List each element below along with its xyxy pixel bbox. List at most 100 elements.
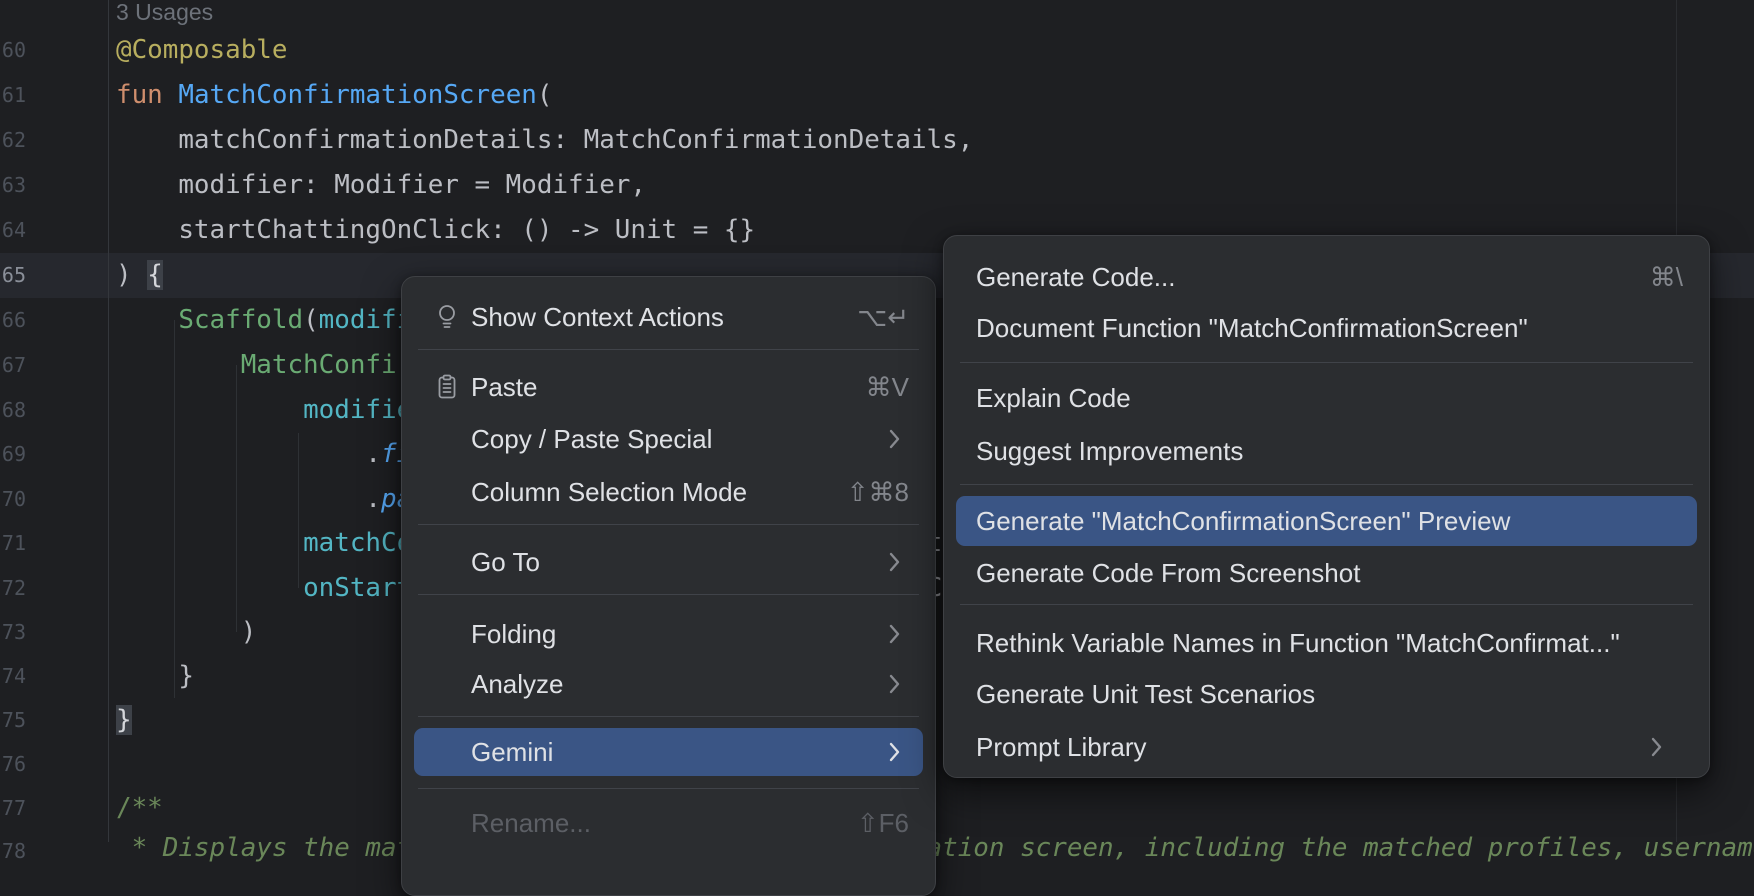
line-number: 71 xyxy=(0,521,26,566)
line-number: 75 xyxy=(0,698,26,743)
menu-item-generate-code[interactable]: Generate Code... ⌘\ xyxy=(956,252,1697,302)
chevron-right-icon xyxy=(888,741,901,763)
menu-shortcut: ⌘V xyxy=(866,362,909,412)
menu-item-label: Paste xyxy=(471,362,538,412)
menu-item-label: Rename... xyxy=(471,798,591,848)
menu-item-gemini[interactable]: Gemini xyxy=(414,728,923,776)
menu-separator xyxy=(960,484,1693,485)
code-token xyxy=(116,350,241,380)
code-token: ( xyxy=(537,80,553,110)
menu-separator xyxy=(418,594,919,595)
doc-comment-token: /** xyxy=(116,793,163,823)
chevron-right-icon xyxy=(888,623,901,645)
menu-item-label: Generate Code From Screenshot xyxy=(976,548,1360,598)
line-number: 78 xyxy=(0,829,26,874)
line-number: 77 xyxy=(0,786,26,831)
menu-item-label: Copy / Paste Special xyxy=(471,414,712,464)
chevron-right-icon xyxy=(888,428,901,450)
menu-item-rename[interactable]: Rename... ⇧F6 xyxy=(414,798,923,848)
code-token: . xyxy=(116,439,381,469)
code-token: modifier: Modifier = Modifier, xyxy=(116,170,646,200)
code-line: startChattingOnClick: () -> Unit = {} xyxy=(116,208,755,253)
code-token xyxy=(116,573,303,603)
menu-item-label: Folding xyxy=(471,609,556,659)
line-number: 60 xyxy=(0,28,26,73)
code-token: ) xyxy=(116,617,256,647)
keyword-token: fun xyxy=(116,80,178,110)
code-line: } xyxy=(116,654,194,699)
code-line: fun MatchConfirmationScreen( xyxy=(116,73,552,118)
menu-item-suggest-improvements[interactable]: Suggest Improvements xyxy=(956,426,1697,476)
annotation-token: @Composable xyxy=(116,35,287,65)
menu-item-label: Analyze xyxy=(471,659,564,709)
code-token: matchConfirmationDetails: MatchConfirmat… xyxy=(116,125,973,155)
menu-shortcut: ⇧F6 xyxy=(857,798,909,848)
menu-item-label: Show Context Actions xyxy=(471,292,724,342)
menu-separator xyxy=(418,788,919,789)
menu-item-label: Prompt Library xyxy=(976,722,1147,772)
menu-item-paste[interactable]: Paste ⌘V xyxy=(414,362,923,412)
line-number: 70 xyxy=(0,477,26,522)
code-line: /** xyxy=(116,786,163,831)
code-token: } xyxy=(116,661,194,691)
line-number: 61 xyxy=(0,73,26,118)
menu-separator xyxy=(418,716,919,717)
line-number: 76 xyxy=(0,742,26,787)
menu-item-go-to[interactable]: Go To xyxy=(414,537,923,587)
menu-item-folding[interactable]: Folding xyxy=(414,609,923,659)
menu-item-show-context-actions[interactable]: Show Context Actions ⌥↵ xyxy=(414,292,923,342)
line-number: 69 xyxy=(0,432,26,477)
menu-item-label: Generate "MatchConfirmationScreen" Previ… xyxy=(976,496,1510,546)
line-number: 68 xyxy=(0,388,26,433)
matched-brace-token: { xyxy=(147,260,163,290)
menu-shortcut: ⌥↵ xyxy=(857,292,909,342)
clipboard-icon xyxy=(436,374,458,400)
line-number: 64 xyxy=(0,208,26,253)
menu-item-label: Document Function "MatchConfirmationScre… xyxy=(976,303,1528,353)
code-token: . xyxy=(116,484,381,514)
menu-shortcut: ⇧⌘8 xyxy=(847,467,909,517)
line-number: 72 xyxy=(0,566,26,611)
menu-item-label: Column Selection Mode xyxy=(471,467,747,517)
code-line: ) xyxy=(116,610,256,655)
chevron-right-icon xyxy=(1650,736,1663,758)
menu-item-column-selection-mode[interactable]: Column Selection Mode ⇧⌘8 xyxy=(414,467,923,517)
chevron-right-icon xyxy=(888,551,901,573)
code-line: modifier: Modifier = Modifier, xyxy=(116,163,646,208)
menu-separator xyxy=(418,524,919,525)
code-token xyxy=(116,528,303,558)
gutter-separator xyxy=(108,0,109,842)
menu-separator xyxy=(960,604,1693,605)
code-token: ( xyxy=(303,305,319,335)
menu-separator xyxy=(960,362,1693,363)
code-token xyxy=(116,305,178,335)
code-line: matchConfirmationDetails: MatchConfirmat… xyxy=(116,118,973,163)
code-line: ) { xyxy=(116,253,163,298)
code-token: ) xyxy=(116,260,147,290)
menu-item-analyze[interactable]: Analyze xyxy=(414,659,923,709)
menu-shortcut: ⌘\ xyxy=(1650,252,1683,302)
code-token xyxy=(116,395,303,425)
editor-context-menu: Show Context Actions ⌥↵ Paste ⌘V Copy / … xyxy=(401,276,936,896)
code-line: } xyxy=(116,698,132,743)
function-name-token: MatchConfirmationScreen xyxy=(178,80,537,110)
line-number: 62 xyxy=(0,118,26,163)
menu-item-explain-code[interactable]: Explain Code xyxy=(956,373,1697,423)
menu-item-generate-preview[interactable]: Generate "MatchConfirmationScreen" Previ… xyxy=(956,496,1697,546)
menu-item-prompt-library[interactable]: Prompt Library xyxy=(956,722,1697,772)
composable-call-token: Scaffold xyxy=(178,305,303,335)
menu-item-label: Rethink Variable Names in Function "Matc… xyxy=(976,618,1620,668)
menu-item-document-function[interactable]: Document Function "MatchConfirmationScre… xyxy=(956,303,1697,353)
menu-separator xyxy=(418,349,919,350)
matched-brace-token: } xyxy=(116,705,132,735)
menu-item-copy-paste-special[interactable]: Copy / Paste Special xyxy=(414,414,923,464)
menu-item-label: Suggest Improvements xyxy=(976,426,1243,476)
usages-inlay-hint[interactable]: 3 Usages xyxy=(116,0,213,24)
line-number: 63 xyxy=(0,163,26,208)
menu-item-generate-unit-test-scenarios[interactable]: Generate Unit Test Scenarios xyxy=(956,669,1697,719)
chevron-right-icon xyxy=(888,673,901,695)
menu-item-label: Gemini xyxy=(471,728,553,776)
menu-item-rethink-variable-names[interactable]: Rethink Variable Names in Function "Matc… xyxy=(956,618,1697,668)
menu-item-generate-code-from-screenshot[interactable]: Generate Code From Screenshot xyxy=(956,548,1697,598)
menu-item-label: Generate Code... xyxy=(976,252,1175,302)
